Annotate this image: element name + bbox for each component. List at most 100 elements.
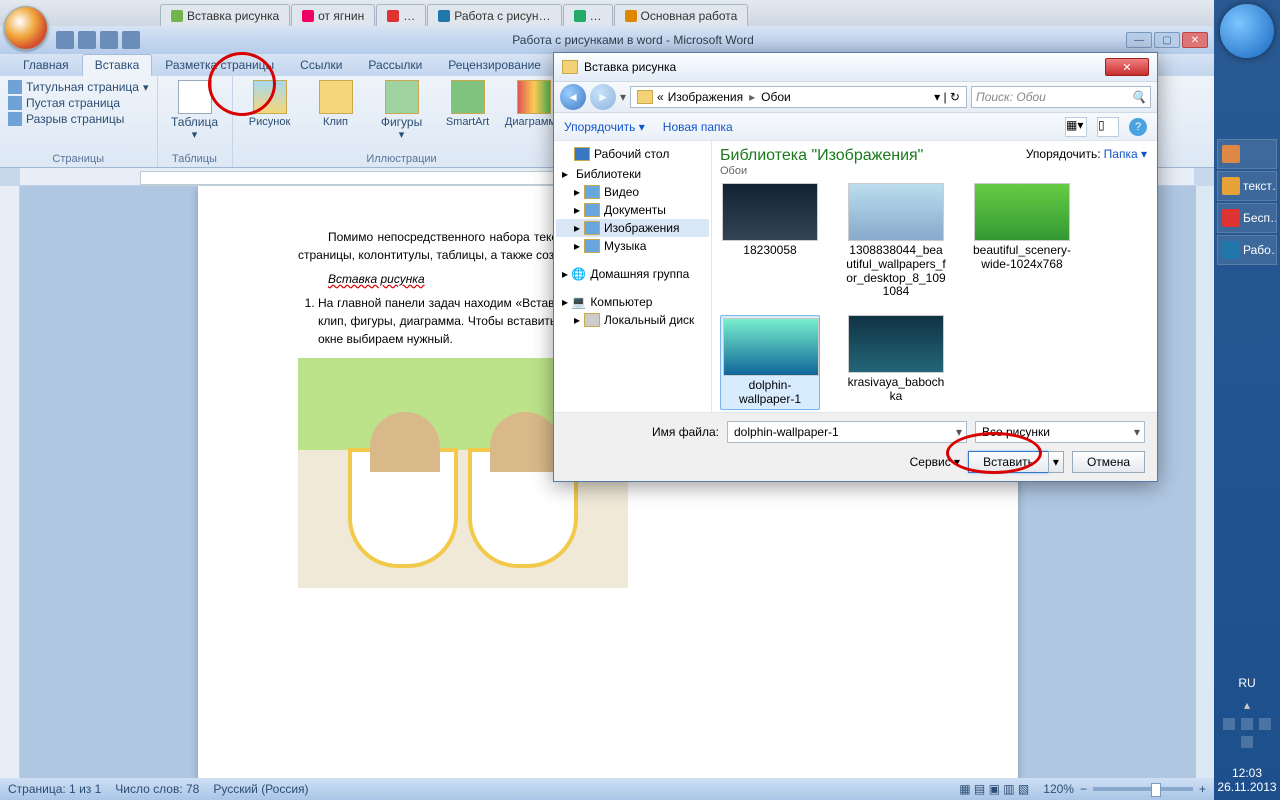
tree-videos[interactable]: ▸Видео xyxy=(556,183,709,201)
dialog-footer: Имя файла: dolphin-wallpaper-1 Все рисун… xyxy=(554,412,1157,481)
cancel-button[interactable]: Отмена xyxy=(1072,451,1145,473)
browser-tab[interactable]: … xyxy=(563,4,613,26)
insert-split-arrow[interactable]: ▾ xyxy=(1048,451,1064,473)
tree-pictures[interactable]: ▸Изображения xyxy=(556,219,709,237)
vertical-ruler[interactable] xyxy=(0,186,20,778)
view-mode-button[interactable]: ▦▾ xyxy=(1065,117,1087,137)
file-thumb[interactable]: 1308838044_beautiful_wallpapers_for_desk… xyxy=(846,183,946,299)
vertical-scrollbar[interactable] xyxy=(1196,186,1214,778)
taskbar-item[interactable]: Бесп… xyxy=(1217,203,1277,233)
browser-tab[interactable]: Основная работа xyxy=(614,4,749,26)
status-words[interactable]: Число слов: 78 xyxy=(115,782,199,796)
status-page[interactable]: Страница: 1 из 1 xyxy=(8,782,101,796)
ribbon-tab-mail[interactable]: Рассылки xyxy=(355,54,435,76)
clock-time[interactable]: 12:03 xyxy=(1214,766,1280,780)
titlebar: Работа с рисунками в word - Microsoft Wo… xyxy=(0,26,1214,54)
tray-icon[interactable] xyxy=(1223,718,1235,730)
insert-button[interactable]: Вставить xyxy=(968,451,1049,473)
close-button[interactable]: ✕ xyxy=(1182,32,1208,48)
minimize-button[interactable]: — xyxy=(1126,32,1152,48)
taskbar-item[interactable]: текст… xyxy=(1217,171,1277,201)
tray-icon[interactable] xyxy=(1241,736,1253,748)
tree-localdisk[interactable]: ▸Локальный диск xyxy=(556,311,709,329)
ribbon-tab-refs[interactable]: Ссылки xyxy=(287,54,355,76)
file-thumb[interactable]: beautiful_scenery-wide-1024x768 xyxy=(972,183,1072,299)
office-button[interactable] xyxy=(4,6,48,50)
ribbon-group-illustrations: Рисунок Клип Фигуры▾ SmartArt Диаграмма … xyxy=(233,76,572,167)
clock-date[interactable]: 26.11.2013 xyxy=(1214,780,1280,794)
dialog-title: Вставка рисунка xyxy=(584,60,676,74)
file-list: Библиотека "Изображения" Обои Упорядочит… xyxy=(712,141,1157,412)
tray-icon[interactable] xyxy=(1241,718,1253,730)
group-label: Иллюстрации xyxy=(241,151,563,165)
search-input[interactable]: Поиск: Обои 🔍 xyxy=(971,86,1151,108)
start-button[interactable] xyxy=(1220,4,1274,58)
navigation-tree[interactable]: Рабочий стол ▸ Библиотеки ▸Видео ▸Докуме… xyxy=(554,141,712,412)
ribbon-group-tables: Таблица▾ Таблицы xyxy=(158,76,233,167)
breadcrumb-item[interactable]: Обои xyxy=(761,90,791,104)
taskbar-item[interactable] xyxy=(1217,139,1277,169)
window-title: Работа с рисунками в word - Microsoft Wo… xyxy=(140,33,1126,47)
status-lang[interactable]: Русский (Россия) xyxy=(213,782,308,796)
dialog-titlebar[interactable]: Вставка рисунка ✕ xyxy=(554,53,1157,81)
arrange-dropdown[interactable]: Папка ▾ xyxy=(1104,147,1147,161)
dialog-toolbar: Упорядочить ▾ Новая папка ▦▾ ▯ ? xyxy=(554,113,1157,141)
browser-tab[interactable]: от ягнин xyxy=(291,4,375,26)
maximize-button[interactable]: ▢ xyxy=(1154,32,1180,48)
ribbon-tab-review[interactable]: Рецензирование xyxy=(435,54,554,76)
tree-documents[interactable]: ▸Документы xyxy=(556,201,709,219)
preview-pane-button[interactable]: ▯ xyxy=(1097,117,1119,137)
filename-label: Имя файла: xyxy=(652,425,719,439)
browser-tab[interactable]: Вставка рисунка xyxy=(160,4,290,26)
tree-desktop[interactable]: Рабочий стол xyxy=(556,145,709,163)
browser-tab[interactable]: Работа с рисун… xyxy=(427,4,561,26)
clipart-button[interactable]: Клип xyxy=(307,80,365,128)
breadcrumb[interactable]: « Изображения Обои ▾ | ↻ xyxy=(630,86,967,108)
table-button[interactable]: Таблица▾ xyxy=(166,80,224,141)
shapes-button[interactable]: Фигуры▾ xyxy=(373,80,431,141)
filename-input[interactable]: dolphin-wallpaper-1 xyxy=(727,421,967,443)
file-thumb[interactable]: 18230058 xyxy=(720,183,820,299)
dialog-close-button[interactable]: ✕ xyxy=(1105,58,1149,76)
system-tray[interactable]: RU ▴ 12:03 26.11.2013 xyxy=(1214,670,1280,800)
zoom-control[interactable]: 120% −+ xyxy=(1043,782,1206,796)
spellcheck-icon[interactable] xyxy=(122,31,140,49)
organize-button[interactable]: Упорядочить ▾ xyxy=(564,120,645,134)
save-icon[interactable] xyxy=(56,31,74,49)
tree-libraries[interactable]: ▸ Библиотеки xyxy=(556,163,709,183)
taskbar-item[interactable]: Рабо… xyxy=(1217,235,1277,265)
language-indicator[interactable]: RU xyxy=(1214,676,1280,690)
group-label: Таблицы xyxy=(166,151,224,165)
back-button[interactable]: ◄ xyxy=(560,84,586,110)
new-folder-button[interactable]: Новая папка xyxy=(663,120,733,134)
ribbon-tab-insert[interactable]: Вставка xyxy=(82,54,153,76)
filetype-dropdown[interactable]: Все рисунки xyxy=(975,421,1145,443)
file-thumb[interactable]: krasivaya_babochka xyxy=(846,315,946,410)
service-dropdown[interactable]: Сервис ▾ xyxy=(910,455,960,469)
search-icon: 🔍 xyxy=(1131,90,1146,104)
undo-icon[interactable] xyxy=(78,31,96,49)
forward-button[interactable]: ► xyxy=(590,84,616,110)
tree-music[interactable]: ▸Музыка xyxy=(556,237,709,255)
cover-page-button[interactable]: Титульная страница ▾ xyxy=(8,80,149,94)
dialog-nav: ◄ ► ▾ « Изображения Обои ▾ | ↻ Поиск: Об… xyxy=(554,81,1157,113)
folder-icon xyxy=(637,90,653,104)
tree-computer[interactable]: ▸ 💻 Компьютер xyxy=(556,291,709,311)
insert-picture-dialog: Вставка рисунка ✕ ◄ ► ▾ « Изображения Об… xyxy=(553,52,1158,482)
tree-homegroup[interactable]: ▸ 🌐 Домашняя группа xyxy=(556,263,709,283)
smartart-button[interactable]: SmartArt xyxy=(439,80,497,128)
view-buttons[interactable]: ▦ ▤ ▣ ▥ ▧ xyxy=(959,782,1029,796)
ribbon-tab-home[interactable]: Главная xyxy=(10,54,82,76)
browser-tab[interactable]: … xyxy=(376,4,426,26)
picture-button[interactable]: Рисунок xyxy=(241,80,299,128)
tray-icon[interactable] xyxy=(1259,718,1271,730)
library-subtitle: Обои xyxy=(720,165,1149,177)
blank-page-button[interactable]: Пустая страница xyxy=(8,96,149,110)
file-thumb-selected[interactable]: dolphin-wallpaper-1 xyxy=(720,315,820,410)
ribbon-tab-layout[interactable]: Разметка страницы xyxy=(152,54,287,76)
status-bar: Страница: 1 из 1 Число слов: 78 Русский … xyxy=(0,778,1214,800)
redo-icon[interactable] xyxy=(100,31,118,49)
help-icon[interactable]: ? xyxy=(1129,118,1147,136)
breadcrumb-item[interactable]: Изображения xyxy=(668,90,743,104)
page-break-button[interactable]: Разрыв страницы xyxy=(8,112,149,126)
